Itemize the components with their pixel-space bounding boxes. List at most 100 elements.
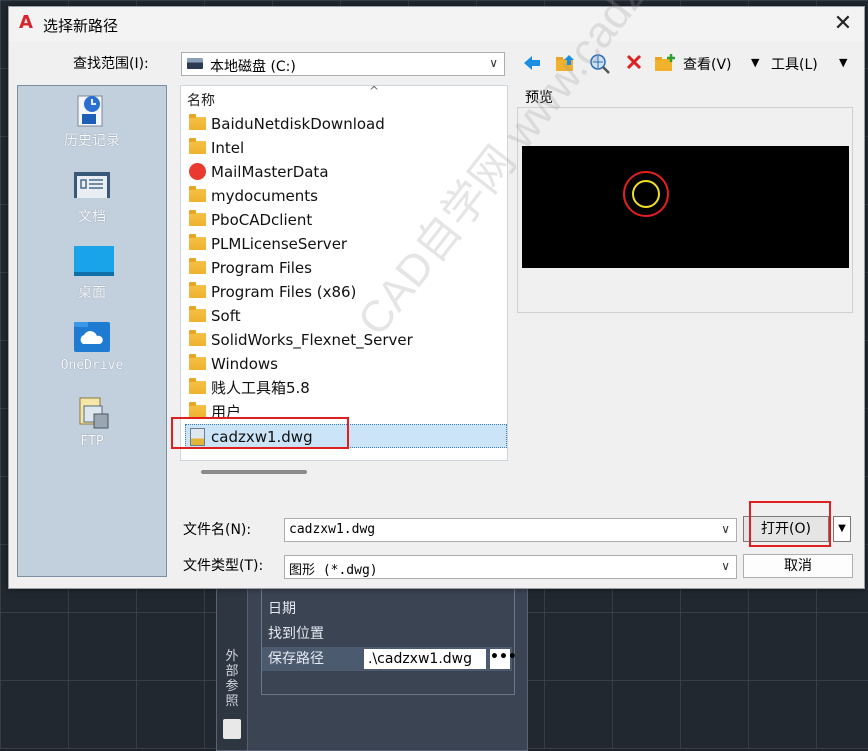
filetype-value: 图形 (*.dwg) — [289, 563, 378, 578]
folder-item[interactable]: Windows — [185, 352, 507, 376]
delete-icon[interactable] — [623, 53, 645, 75]
file-item-name: SolidWorks_Flexnet_Server — [211, 331, 413, 349]
drive-icon — [187, 58, 203, 69]
back-arrow-icon[interactable] — [521, 53, 543, 75]
title-bar: A 选择新路径 ✕ — [9, 7, 864, 41]
file-item-name: 贱人工具箱5.8 — [211, 379, 310, 397]
place-label-ftp: FTP — [80, 434, 104, 449]
autocad-logo-icon: A — [19, 12, 33, 33]
desktop-icon — [72, 244, 114, 278]
filename-input[interactable]: cadzxw1.dwg ∨ — [284, 518, 737, 542]
filename-value: cadzxw1.dwg — [289, 522, 376, 537]
tools-dropdown-icon[interactable]: ▼ — [839, 56, 847, 69]
place-label-history: 历史记录 — [64, 133, 120, 149]
folder-item[interactable]: 用户 — [185, 400, 507, 424]
view-menu[interactable]: 查看(V) — [683, 54, 732, 74]
open-dropdown-icon[interactable]: ▼ — [833, 516, 851, 542]
folder-icon — [189, 354, 206, 370]
folder-icon — [189, 306, 206, 322]
file-item-name: Program Files — [211, 259, 312, 277]
prop-row-found-at[interactable]: 找到位置 — [268, 622, 324, 646]
folder-icon — [189, 378, 206, 394]
folder-item[interactable]: BaiduNetdiskDownload — [185, 112, 507, 136]
folder-item[interactable]: MailMasterData — [185, 160, 507, 184]
file-item-name: PLMLicenseServer — [211, 235, 348, 253]
view-dropdown-icon[interactable]: ▼ — [751, 56, 759, 69]
chevron-down-icon[interactable]: ∨ — [721, 559, 730, 573]
folder-icon — [189, 138, 206, 154]
lookin-combobox[interactable]: 本地磁盘 (C:) ∨ — [181, 52, 505, 76]
file-list[interactable]: 名称 ^ BaiduNetdiskDownload Intel MailMaster… — [180, 85, 508, 461]
file-item[interactable]: cadzxw1.dwg — [185, 424, 507, 448]
place-label-desktop: 桌面 — [78, 285, 106, 301]
preview-label: 预览 — [525, 90, 553, 106]
file-item-name: Soft — [211, 307, 241, 325]
search-web-icon[interactable] — [589, 53, 611, 75]
filetype-select[interactable]: 图形 (*.dwg) ∨ — [284, 555, 737, 579]
dwg-file-icon — [190, 427, 205, 446]
open-button[interactable]: 打开(O) — [743, 516, 829, 542]
xref-panel: 外部参照 日期 找到位置 保存路径 .\cadzxw1.dwg ••• — [216, 588, 528, 751]
folder-icon — [189, 114, 206, 130]
file-item-name: mydocuments — [211, 187, 318, 205]
place-history[interactable]: 历史记录 — [18, 92, 166, 150]
file-item-name: Windows — [211, 355, 278, 373]
folder-item[interactable]: 贱人工具箱5.8 — [185, 376, 507, 400]
place-desktop[interactable]: 桌面 — [18, 244, 166, 302]
folder-item[interactable]: PLMLicenseServer — [185, 232, 507, 256]
place-documents[interactable]: 文档 — [18, 168, 166, 226]
new-folder-icon[interactable] — [654, 53, 676, 75]
folder-icon — [189, 282, 206, 298]
xref-sidebar: 外部参照 — [217, 589, 248, 750]
folder-icon — [189, 234, 206, 250]
folder-item[interactable]: mydocuments — [185, 184, 507, 208]
file-item-name: PboCADclient — [211, 211, 313, 229]
folder-icon — [189, 210, 206, 226]
dialog-title: 选择新路径 — [43, 17, 119, 35]
prop-row-date[interactable]: 日期 — [268, 597, 296, 621]
place-label-documents: 文档 — [78, 209, 106, 225]
documents-icon — [72, 168, 112, 202]
chevron-down-icon[interactable]: ∨ — [721, 522, 730, 536]
places-bar: 历史记录 文档 桌面 OneDrive FTP — [17, 85, 167, 577]
browse-path-button[interactable]: ••• — [490, 649, 517, 669]
select-path-dialog: A 选择新路径 ✕ 查找范围(I): 本地磁盘 (C:) ∨ 查看(V) ▼ 工… — [8, 0, 865, 589]
folder-icon — [189, 330, 206, 346]
folder-icon — [189, 402, 206, 418]
file-item-name: Intel — [211, 139, 245, 157]
file-item-name: 用户 — [211, 403, 242, 421]
file-item-name: MailMasterData — [211, 163, 329, 181]
folder-icon — [189, 186, 206, 202]
drawing-preview-image — [522, 146, 849, 268]
place-label-onedrive: OneDrive — [60, 358, 124, 373]
chevron-down-icon: ∨ — [489, 56, 498, 70]
folder-item[interactable]: Program Files (x86) — [185, 280, 507, 304]
lookin-label: 查找范围(I): — [73, 56, 149, 72]
trash-icon[interactable] — [223, 719, 241, 739]
file-item-name: Program Files (x86) — [211, 283, 357, 301]
close-button[interactable]: ✕ — [830, 11, 856, 37]
place-ftp[interactable]: FTP — [18, 396, 166, 449]
column-header-name[interactable]: 名称 — [187, 90, 215, 110]
folder-item[interactable]: PboCADclient — [185, 208, 507, 232]
folder-item[interactable]: Program Files — [185, 256, 507, 280]
place-onedrive[interactable]: OneDrive — [18, 320, 166, 373]
prop-row-save-path[interactable]: 保存路径 .\cadzxw1.dwg ••• — [262, 647, 517, 671]
up-folder-icon[interactable] — [555, 53, 577, 75]
xref-properties: 日期 找到位置 保存路径 .\cadzxw1.dwg ••• — [261, 589, 517, 695]
file-item-name: cadzxw1.dwg — [211, 428, 313, 446]
file-item-name: BaiduNetdiskDownload — [211, 115, 385, 133]
xref-side-title: 外部参照 — [225, 649, 239, 709]
save-path-input[interactable]: .\cadzxw1.dwg — [364, 649, 486, 669]
folder-item[interactable]: SolidWorks_Flexnet_Server — [185, 328, 507, 352]
filetype-label: 文件类型(T): — [183, 558, 264, 574]
folder-item[interactable]: Soft — [185, 304, 507, 328]
onedrive-icon — [72, 320, 112, 354]
cancel-button[interactable]: 取消 — [743, 554, 853, 578]
history-icon — [72, 92, 112, 127]
horizontal-scrollbar[interactable] — [201, 470, 307, 474]
folder-item[interactable]: Intel — [185, 136, 507, 160]
tools-menu[interactable]: 工具(L) — [771, 54, 818, 74]
filename-label: 文件名(N): — [183, 522, 252, 538]
lookin-value: 本地磁盘 (C:) — [210, 59, 296, 75]
